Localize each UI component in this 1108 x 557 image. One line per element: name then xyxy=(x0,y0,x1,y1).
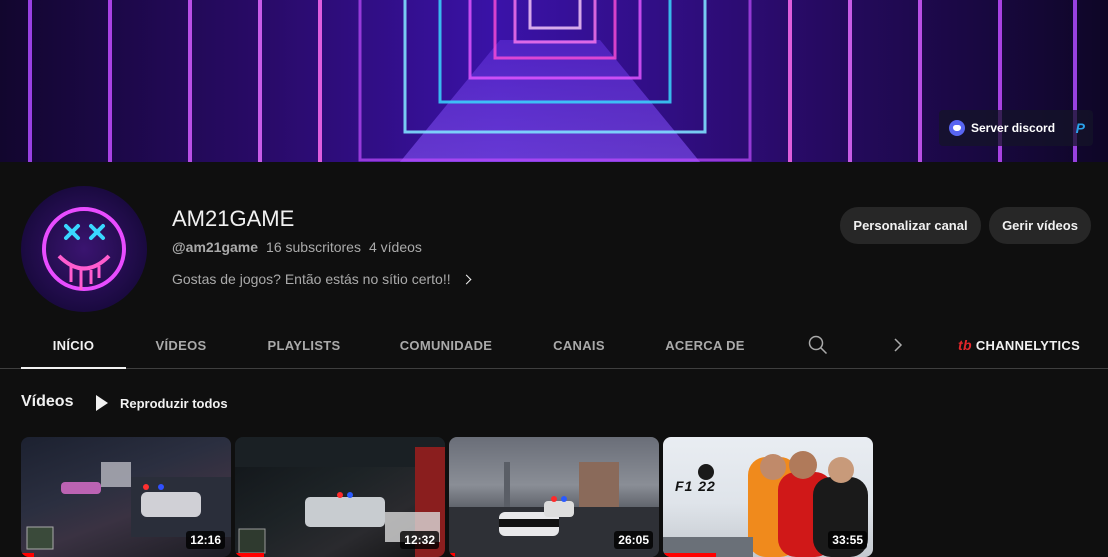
tab-about[interactable]: ACERCA DE xyxy=(656,322,754,368)
tab-community[interactable]: COMUNIDADE xyxy=(390,322,502,368)
tab-playlists[interactable]: PLAYLISTS xyxy=(252,322,356,368)
channel-avatar[interactable] xyxy=(21,186,147,312)
channelytics-tab[interactable]: tb CHANNELYTICS xyxy=(958,322,1080,368)
tab-channels[interactable]: CANAIS xyxy=(540,322,618,368)
discord-icon xyxy=(949,120,965,136)
channel-banner: Server discord P xyxy=(0,0,1108,162)
tab-home[interactable]: INÍCIO xyxy=(21,322,126,369)
chevron-right-icon[interactable] xyxy=(890,337,906,353)
video-duration: 12:32 xyxy=(400,531,439,549)
channel-tabs: INÍCIO VÍDEOS PLAYLISTS COMUNIDADE CANAI… xyxy=(0,322,1108,369)
play-all-label: Reproduzir todos xyxy=(120,395,228,411)
channel-description[interactable]: Gostas de jogos? Então estás no sítio ce… xyxy=(172,271,472,287)
channel-handle: @am21game xyxy=(172,239,259,255)
section-title: Vídeos xyxy=(21,393,74,410)
video-duration: 12:16 xyxy=(186,531,225,549)
play-all-button[interactable]: Reproduzir todos xyxy=(92,392,228,414)
video-thumbnail[interactable]: 12:32 xyxy=(235,437,445,557)
customize-channel-button[interactable]: Personalizar canal xyxy=(840,207,981,244)
video-thumbnail[interactable]: 12:16 xyxy=(21,437,231,557)
play-icon xyxy=(96,395,108,411)
video-count: 4 vídeos xyxy=(368,239,422,255)
neon-smiley-logo xyxy=(42,207,126,291)
video-duration: 33:55 xyxy=(828,531,867,549)
video-thumbnail[interactable]: 26:05 xyxy=(449,437,659,557)
video-duration: 26:05 xyxy=(614,531,653,549)
channel-name: AM21GAME xyxy=(172,206,295,231)
watch-progress xyxy=(21,553,34,557)
subscriber-count: 16 subscritores xyxy=(266,239,361,255)
watch-progress xyxy=(663,553,716,557)
watch-progress xyxy=(449,553,456,557)
search-icon[interactable] xyxy=(808,335,828,355)
discord-link-label: Server discord xyxy=(971,121,1056,135)
chevron-right-icon xyxy=(461,274,472,284)
watch-progress xyxy=(235,553,265,557)
paypal-icon[interactable]: P xyxy=(1076,120,1085,136)
description-text: Gostas de jogos? Então estás no sítio ce… xyxy=(172,271,451,287)
channelytics-icon: tb xyxy=(958,337,972,353)
channel-meta: @am21game 16 subscritores 4 vídeos xyxy=(172,239,422,255)
f1-22-logo: F1 22 xyxy=(675,478,716,494)
video-thumbnail[interactable]: F1 22 33:55 xyxy=(663,437,873,557)
channelytics-label: CHANNELYTICS xyxy=(975,337,1081,353)
manage-videos-button[interactable]: Gerir vídeos xyxy=(989,207,1091,244)
tab-videos[interactable]: VÍDEOS xyxy=(136,322,226,368)
discord-server-link[interactable]: Server discord P xyxy=(939,110,1093,146)
